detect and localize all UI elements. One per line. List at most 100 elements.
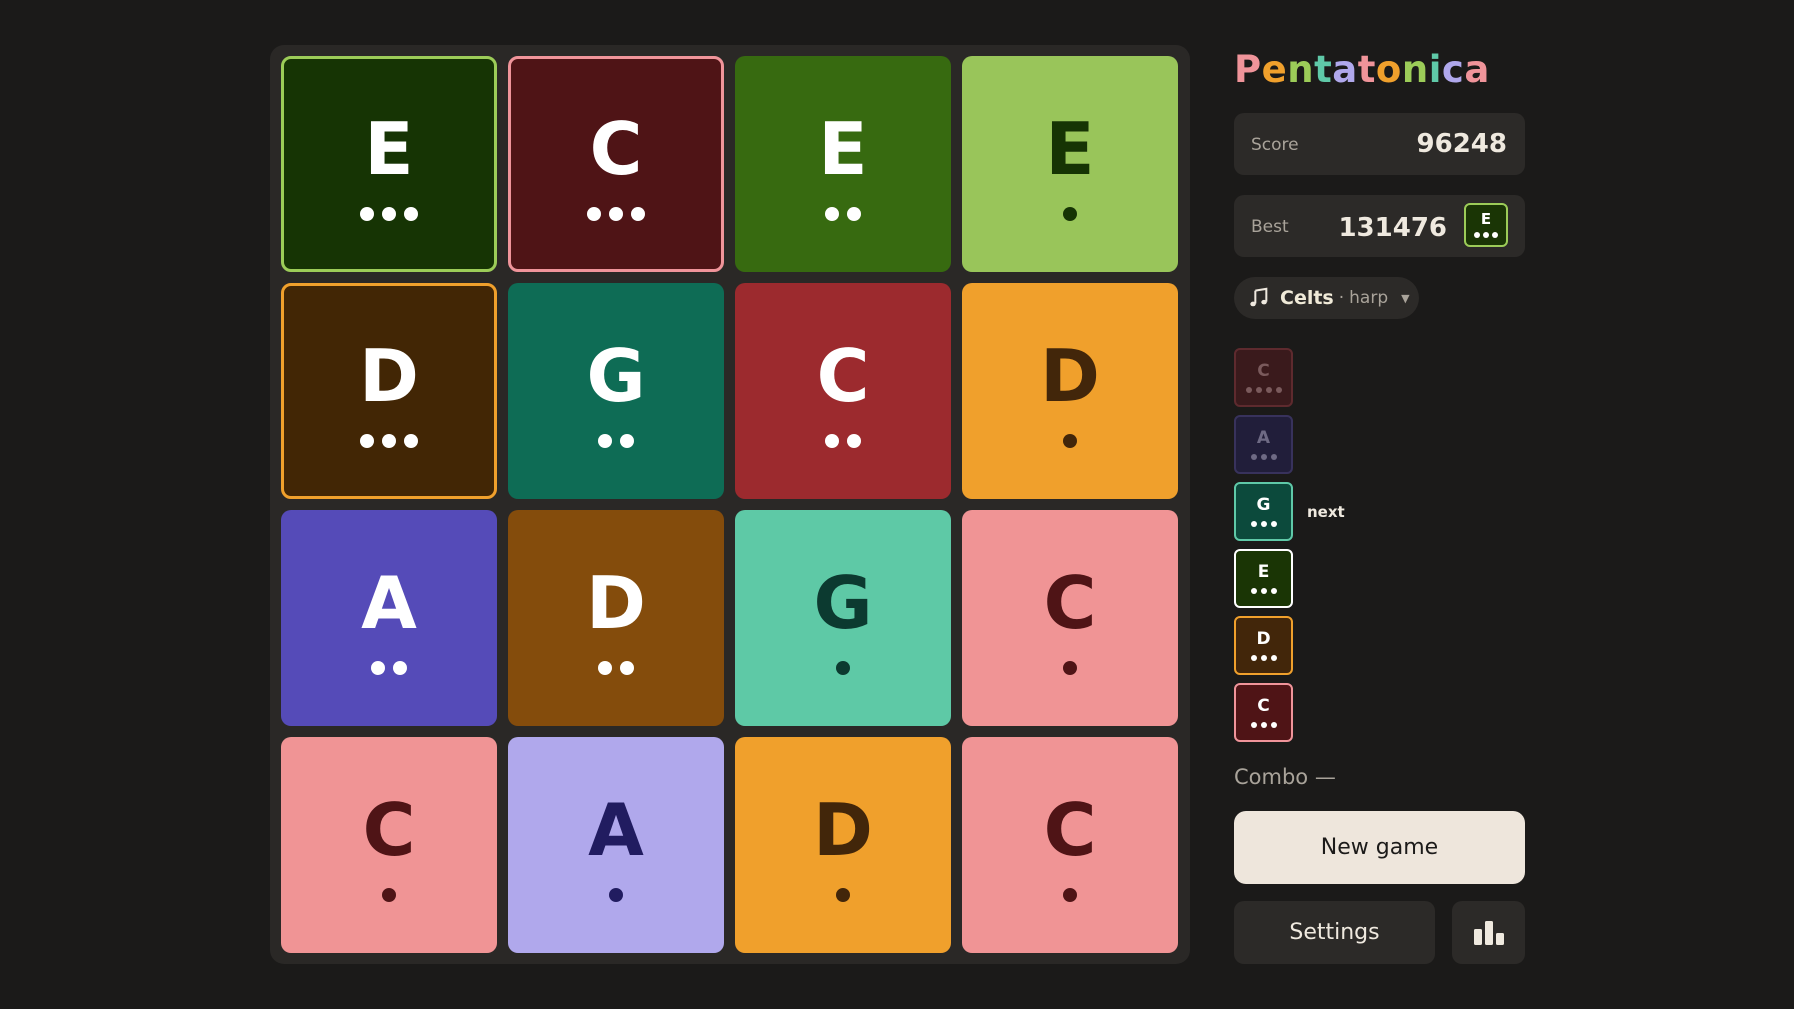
tile-level-dots (825, 434, 861, 448)
level-dot (587, 207, 601, 221)
settings-button[interactable]: Settings (1234, 901, 1435, 964)
level-dot (1255, 386, 1262, 393)
board-tile[interactable]: A (281, 510, 497, 726)
level-dot (1250, 587, 1257, 594)
level-dot (609, 888, 623, 902)
board-tile[interactable]: G (735, 510, 951, 726)
stats-button[interactable] (1452, 901, 1525, 964)
level-dot (382, 207, 396, 221)
queue-level-dots (1250, 453, 1277, 460)
level-dot (836, 661, 850, 675)
board-tile[interactable]: C (962, 737, 1178, 953)
level-dot (847, 434, 861, 448)
tile-level-dots (371, 661, 407, 675)
board-tile[interactable]: D (962, 283, 1178, 499)
tile-level-dots (836, 661, 850, 675)
score-label: Score (1251, 135, 1299, 155)
tile-note: A (361, 561, 417, 645)
tile-note: C (362, 788, 416, 872)
queue-note: C (1234, 683, 1293, 742)
level-dot (1270, 520, 1277, 527)
title-letter: t (1357, 48, 1376, 91)
queue-level-dots (1250, 721, 1277, 728)
board-tile[interactable]: C (508, 56, 724, 272)
level-dot (1063, 434, 1077, 448)
tile-note: E (364, 107, 414, 191)
board-tile[interactable]: C (281, 737, 497, 953)
tile-level-dots (825, 207, 861, 221)
tile-note: G (813, 561, 873, 645)
level-dot (1250, 654, 1257, 661)
queue-note: A (1234, 415, 1293, 474)
level-dot (393, 661, 407, 675)
board-tile[interactable]: C (962, 510, 1178, 726)
combo-indicator: Combo — (1234, 765, 1336, 789)
score-panel: Score 96248 (1234, 113, 1525, 175)
board-tile[interactable]: E (735, 56, 951, 272)
tile-note: E (1045, 107, 1095, 191)
queue-note: C (1234, 348, 1293, 407)
board-tile[interactable]: D (281, 283, 497, 499)
level-dot (1270, 654, 1277, 661)
board-tile[interactable]: D (508, 510, 724, 726)
level-dot (631, 207, 645, 221)
queue-level-dots (1250, 654, 1277, 661)
instrument-separator: · (1338, 288, 1345, 308)
board-tile[interactable]: C (735, 283, 951, 499)
instrument-name: Celts (1280, 287, 1334, 309)
best-chip-dots (1474, 232, 1498, 238)
level-dot (847, 207, 861, 221)
tile-level-dots (598, 661, 634, 675)
tile-note: C (816, 334, 870, 418)
level-dot (404, 207, 418, 221)
tile-level-dots (1063, 661, 1077, 675)
level-dot (371, 661, 385, 675)
best-label: Best (1251, 217, 1289, 237)
music-note-icon (1250, 287, 1268, 307)
title-letter: i (1428, 48, 1442, 91)
board-tile[interactable]: E (962, 56, 1178, 272)
chevron-down-icon: ▼ (1401, 291, 1410, 305)
queue-note: G (1234, 482, 1293, 541)
tile-note: A (588, 788, 644, 872)
score-value: 96248 (1416, 129, 1507, 159)
queue-level-dots (1250, 520, 1277, 527)
level-dot (1063, 661, 1077, 675)
tile-level-dots (360, 207, 418, 221)
new-game-button[interactable]: New game (1234, 811, 1525, 884)
queue-note: E (1234, 549, 1293, 608)
level-dot (1250, 520, 1257, 527)
tile-note: E (818, 107, 868, 191)
level-dot (1474, 232, 1480, 238)
level-dot (1250, 721, 1257, 728)
queue-note-label: G (1256, 494, 1271, 515)
tile-level-dots (1063, 434, 1077, 448)
tile-level-dots (1063, 888, 1077, 902)
tile-level-dots (382, 888, 396, 902)
queue-level-dots (1250, 587, 1277, 594)
tile-note: D (586, 561, 646, 645)
board-tile[interactable]: A (508, 737, 724, 953)
level-dot (404, 434, 418, 448)
best-chip-note: E (1480, 210, 1492, 228)
bar-chart-icon (1473, 920, 1504, 945)
best-note-chip: E (1464, 203, 1508, 247)
board-tile[interactable]: E (281, 56, 497, 272)
instrument-sub: harp (1349, 288, 1389, 308)
board-tile[interactable]: G (508, 283, 724, 499)
level-dot (1270, 587, 1277, 594)
instrument-selector[interactable]: Celts · harp ▼ (1234, 277, 1419, 319)
level-dot (360, 207, 374, 221)
level-dot (1270, 453, 1277, 460)
queue-note-label: E (1257, 561, 1270, 582)
level-dot (620, 661, 634, 675)
board-tile[interactable]: D (735, 737, 951, 953)
app-title: Pentatonica (1234, 48, 1490, 91)
level-dot (598, 434, 612, 448)
title-letter: c (1441, 48, 1465, 91)
level-dot (1483, 232, 1489, 238)
level-dot (1260, 453, 1267, 460)
queue-note: D (1234, 616, 1293, 675)
level-dot (836, 888, 850, 902)
level-dot (1275, 386, 1282, 393)
